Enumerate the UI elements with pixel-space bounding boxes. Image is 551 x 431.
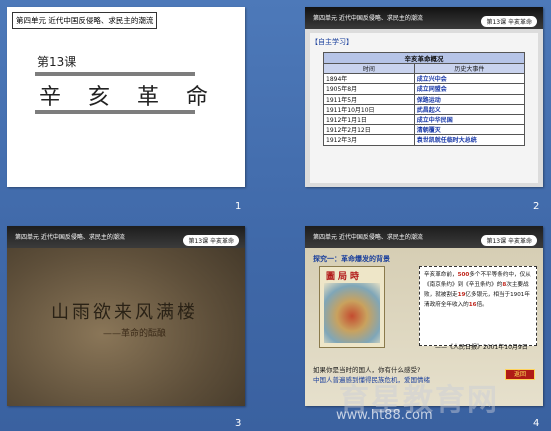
unit-label: 第四单元 近代中国反侵略、求民主的潮流 (15, 234, 125, 241)
discussion-question: 如果你是当时的国人，你有什么感受? (313, 366, 421, 374)
lesson-badge: 第13课 辛亥革命 (183, 235, 239, 246)
table-row: 1912年1月1日 成立中华民国 (323, 113, 526, 126)
quote-number: 16 (468, 302, 477, 308)
event-cell: 保路运动 (413, 93, 526, 105)
event-cell: 武昌起义 (413, 103, 526, 115)
slide-subtitle: ——革命的酝酿 (103, 329, 167, 339)
slide-number: 2 (533, 201, 540, 212)
slide-number: 1 (235, 201, 242, 212)
quote-text: 倍。 (476, 302, 488, 308)
title-rule-top (35, 72, 195, 76)
unit-label: 第四单元 近代中国反侵略、求民主的潮流 (12, 12, 158, 29)
cartoon-illustration (324, 283, 380, 343)
table-row: 1911年5月 保路运动 (323, 93, 526, 105)
event-cell: 袁世凯就任临时大总统 (413, 134, 526, 146)
lesson-number: 第13课 (37, 55, 77, 69)
lesson-badge: 第13课 辛亥革命 (481, 235, 537, 246)
slide-number: 4 (533, 418, 540, 429)
slide-header: 第四单元 近代中国反侵略、求民主的潮流 第13课 辛亥革命 (305, 7, 543, 29)
slide-number: 3 (235, 418, 242, 429)
section-label: 【自主学习】 (311, 38, 353, 46)
section-label: 探究一：革命爆发的背景 (313, 255, 390, 263)
column-header: 时间 (323, 62, 415, 75)
poster-title: 圖局時 (326, 272, 363, 282)
quote-source: ——《人民日报》2001年10月9日 (435, 344, 528, 351)
event-cell: 成立中华民国 (413, 113, 526, 126)
watermark-url: www.ht88.com (336, 408, 433, 423)
lesson-badge: 第13课 辛亥革命 (481, 16, 537, 27)
table-row: 1905年8月 成立同盟会 (323, 83, 526, 95)
quote-number: 500 (457, 272, 470, 278)
slide-3-thumbnail[interactable]: 第四单元 近代中国反侵略、求民主的潮流 第13课 辛亥革命 山雨欲来风满楼 ——… (7, 226, 245, 406)
quote-box: 辛亥革命前，500多个不平等条约中，仅从《南京条约》到《辛丑条约》的8次主要战败… (419, 266, 537, 346)
return-button[interactable]: 返回 (505, 369, 535, 380)
event-cell: 清朝覆灭 (413, 124, 526, 136)
date-cell: 1894年 (323, 73, 415, 85)
event-cell: 成立同盟会 (413, 83, 526, 95)
slide-1-thumbnail[interactable]: 第四单元 近代中国反侵略、求民主的潮流 第13课 辛 亥 革 命 (7, 7, 245, 187)
table-row: 1912年2月12日 清朝覆灭 (323, 124, 526, 136)
event-cell: 成立兴中会 (413, 73, 526, 85)
slide-header: 第四单元 近代中国反侵略、求民主的潮流 第13课 辛亥革命 (7, 226, 245, 248)
column-header: 历史大事件 (413, 62, 526, 75)
date-cell: 1912年3月 (323, 134, 415, 146)
date-cell: 1911年10月10日 (323, 103, 415, 115)
unit-label: 第四单元 近代中国反侵略、求民主的潮流 (313, 234, 423, 241)
date-cell: 1912年1月1日 (323, 113, 415, 126)
date-cell: 1905年8月 (323, 83, 415, 95)
table-row: 1912年3月 袁世凯就任临时大总统 (323, 134, 526, 146)
slide-title: 山雨欲来风满楼 (51, 302, 198, 323)
title-rule-bottom (35, 110, 195, 114)
table-row: 1911年10月10日 武昌起义 (323, 103, 526, 115)
political-cartoon-image: 圖局時 (319, 266, 385, 348)
slide-header: 第四单元 近代中国反侵略、求民主的潮流 第13课 辛亥革命 (305, 226, 543, 248)
slide-2-thumbnail[interactable]: 第四单元 近代中国反侵略、求民主的潮流 第13课 辛亥革命 【自主学习】 辛亥革… (305, 7, 543, 187)
slide-title: 辛 亥 革 命 (39, 85, 218, 110)
date-cell: 1912年2月12日 (323, 124, 415, 136)
date-cell: 1911年5月 (323, 93, 415, 105)
unit-label: 第四单元 近代中国反侵略、求民主的潮流 (313, 15, 423, 22)
quote-text: 辛亥革命前， (424, 272, 458, 278)
table-row: 1894年 成立兴中会 (323, 73, 526, 85)
events-table: 辛亥革命概况 时间 历史大事件 1894年 成立兴中会 1905年8月 成立同盟会 … (323, 52, 526, 146)
table-title: 辛亥革命概况 (323, 52, 525, 64)
